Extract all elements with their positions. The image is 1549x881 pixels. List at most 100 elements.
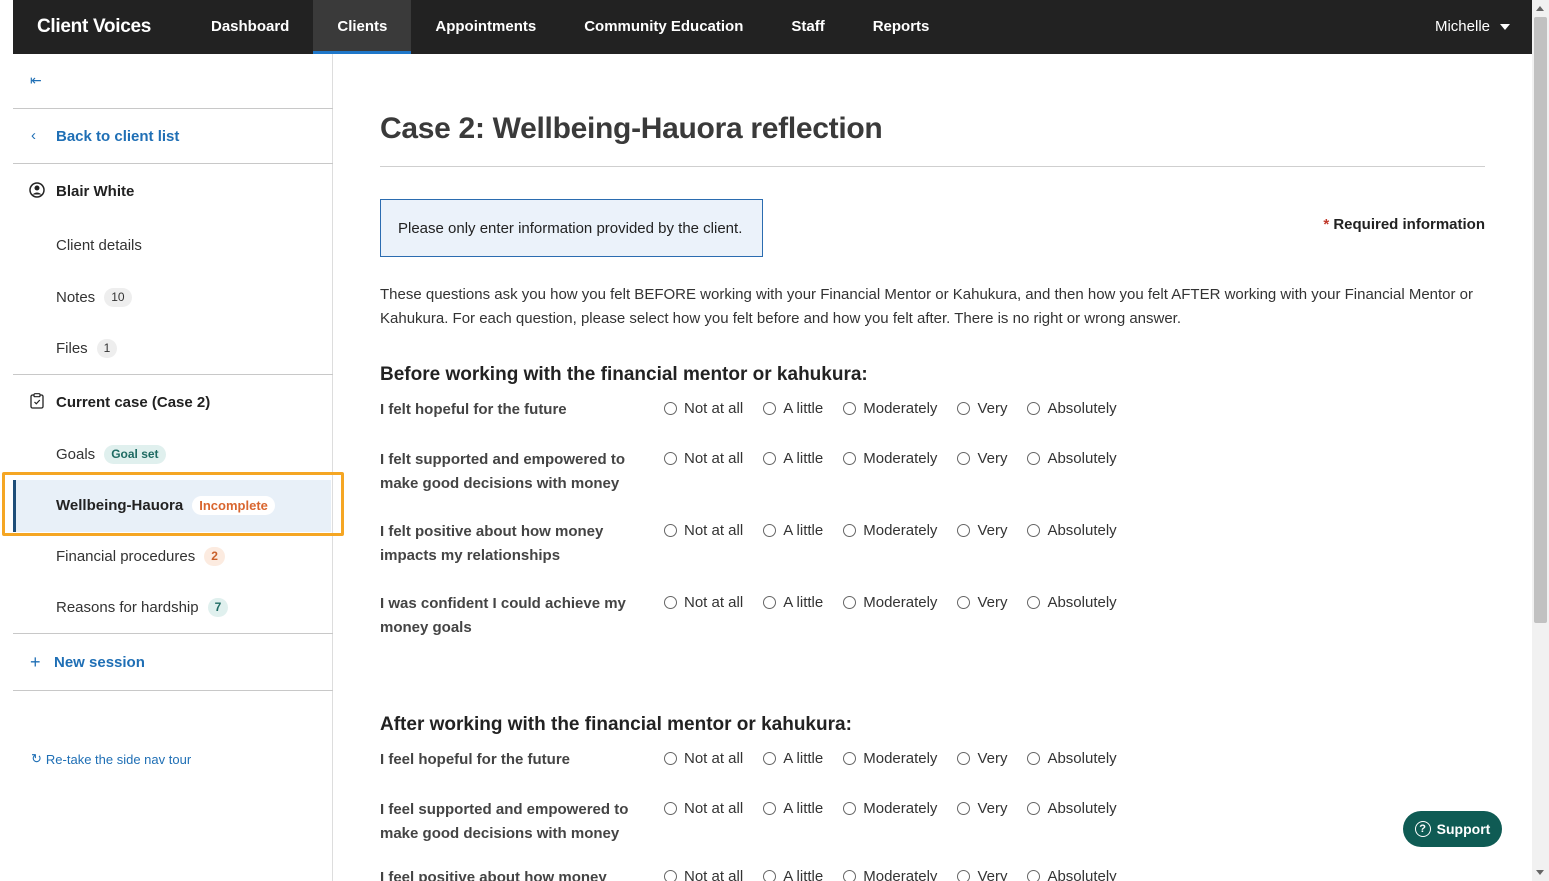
required-info-note: * Required information <box>1323 216 1485 233</box>
nav-appointments[interactable]: Appointments <box>411 0 560 54</box>
radio-option[interactable]: Absolutely <box>1027 868 1117 881</box>
sidebar-item-financial-procedures[interactable]: Financial procedures 2 <box>56 547 225 566</box>
radio-option[interactable]: A little <box>763 800 823 817</box>
radio-option[interactable]: Absolutely <box>1027 450 1117 467</box>
radio-option[interactable]: Very <box>957 522 1007 539</box>
radio-button[interactable] <box>763 870 777 881</box>
radio-option[interactable]: Not at all <box>664 594 743 611</box>
radio-option[interactable]: Moderately <box>843 522 937 539</box>
scroll-up-icon[interactable] <box>1536 6 1544 11</box>
radio-option[interactable]: Very <box>957 868 1007 881</box>
radio-option[interactable]: A little <box>763 594 823 611</box>
radio-option[interactable]: Absolutely <box>1027 522 1117 539</box>
retake-tour-link[interactable]: ↻ Re-take the side nav tour <box>31 751 191 767</box>
scroll-down-icon[interactable] <box>1536 870 1544 875</box>
radio-button[interactable] <box>957 524 971 537</box>
radio-button[interactable] <box>763 802 777 815</box>
radio-button[interactable] <box>843 802 857 815</box>
divider <box>13 108 333 109</box>
radio-option[interactable]: Very <box>957 750 1007 767</box>
radio-option[interactable]: Not at all <box>664 750 743 767</box>
radio-option[interactable]: A little <box>763 750 823 767</box>
radio-button[interactable] <box>1027 752 1041 765</box>
radio-button[interactable] <box>664 870 677 881</box>
radio-button[interactable] <box>843 452 857 465</box>
radio-button[interactable] <box>763 752 777 765</box>
radio-option[interactable]: Moderately <box>843 868 937 881</box>
sidebar-item-files[interactable]: Files 1 <box>56 339 118 358</box>
radio-button[interactable] <box>1027 870 1041 881</box>
radio-button[interactable] <box>957 452 971 465</box>
radio-button[interactable] <box>664 452 677 465</box>
nav-dashboard[interactable]: Dashboard <box>187 0 313 54</box>
radio-button[interactable] <box>843 596 857 609</box>
radio-option[interactable]: A little <box>763 400 823 417</box>
radio-option[interactable]: A little <box>763 868 823 881</box>
radio-option[interactable]: Moderately <box>843 750 937 767</box>
radio-option[interactable]: Absolutely <box>1027 800 1117 817</box>
back-to-client-list-link[interactable]: Back to client list <box>56 128 179 145</box>
sidebar-item-client-details[interactable]: Client details <box>56 237 142 254</box>
nav-reports[interactable]: Reports <box>849 0 954 54</box>
nav-community-education[interactable]: Community Education <box>560 0 767 54</box>
radio-option[interactable]: Absolutely <box>1027 400 1117 417</box>
radio-button[interactable] <box>1027 452 1041 465</box>
radio-option[interactable]: A little <box>763 450 823 467</box>
nav-clients[interactable]: Clients <box>313 0 412 54</box>
page-scrollbar[interactable] <box>1532 0 1549 881</box>
radio-option[interactable]: Very <box>957 450 1007 467</box>
support-button[interactable]: ? Support <box>1403 811 1502 847</box>
app-brand[interactable]: Client Voices <box>13 0 187 54</box>
radio-option[interactable]: Moderately <box>843 400 937 417</box>
radio-button[interactable] <box>843 870 857 881</box>
radio-option[interactable]: Absolutely <box>1027 750 1117 767</box>
sidebar-item-goals[interactable]: Goals Goal set <box>56 445 166 464</box>
radio-button[interactable] <box>763 596 777 609</box>
radio-button[interactable] <box>664 752 677 765</box>
radio-button[interactable] <box>763 524 777 537</box>
radio-button[interactable] <box>957 802 971 815</box>
radio-button[interactable] <box>957 402 971 415</box>
radio-option[interactable]: Not at all <box>664 400 743 417</box>
radio-option[interactable]: Absolutely <box>1027 594 1117 611</box>
radio-button[interactable] <box>1027 402 1041 415</box>
support-label: Support <box>1436 821 1491 837</box>
chevron-left-icon[interactable]: ‹ <box>31 127 36 144</box>
radio-button[interactable] <box>843 402 857 415</box>
new-session-link[interactable]: New session <box>54 654 145 671</box>
radio-option[interactable]: Moderately <box>843 594 937 611</box>
radio-button[interactable] <box>843 524 857 537</box>
radio-option[interactable]: Not at all <box>664 800 743 817</box>
radio-button[interactable] <box>763 402 777 415</box>
radio-button[interactable] <box>664 596 677 609</box>
collapse-sidebar-icon[interactable]: ⇤ <box>30 72 42 89</box>
radio-button[interactable] <box>957 870 971 881</box>
radio-button[interactable] <box>664 524 677 537</box>
radio-button[interactable] <box>957 752 971 765</box>
user-menu[interactable]: Michelle <box>1435 0 1532 54</box>
sidebar-item-wellbeing-hauora[interactable]: Wellbeing-Hauora Incomplete <box>56 496 275 515</box>
plus-icon[interactable]: + <box>30 652 41 673</box>
radio-button[interactable] <box>957 596 971 609</box>
sidebar-item-notes[interactable]: Notes 10 <box>56 288 132 307</box>
radio-option[interactable]: Not at all <box>664 522 743 539</box>
radio-option[interactable]: Moderately <box>843 800 937 817</box>
nav-staff[interactable]: Staff <box>767 0 848 54</box>
radio-button[interactable] <box>1027 802 1041 815</box>
radio-button[interactable] <box>763 452 777 465</box>
radio-option[interactable]: Not at all <box>664 450 743 467</box>
radio-button[interactable] <box>1027 524 1041 537</box>
radio-button[interactable] <box>843 752 857 765</box>
radio-option[interactable]: Very <box>957 400 1007 417</box>
radio-option[interactable]: Moderately <box>843 450 937 467</box>
radio-button[interactable] <box>1027 596 1041 609</box>
refresh-icon: ↻ <box>31 751 42 766</box>
radio-option[interactable]: A little <box>763 522 823 539</box>
radio-button[interactable] <box>664 802 677 815</box>
radio-option[interactable]: Very <box>957 800 1007 817</box>
radio-option[interactable]: Not at all <box>664 868 743 881</box>
radio-button[interactable] <box>664 402 677 415</box>
scroll-thumb[interactable] <box>1534 17 1547 623</box>
radio-option[interactable]: Very <box>957 594 1007 611</box>
sidebar-item-reasons-for-hardship[interactable]: Reasons for hardship 7 <box>56 598 229 617</box>
